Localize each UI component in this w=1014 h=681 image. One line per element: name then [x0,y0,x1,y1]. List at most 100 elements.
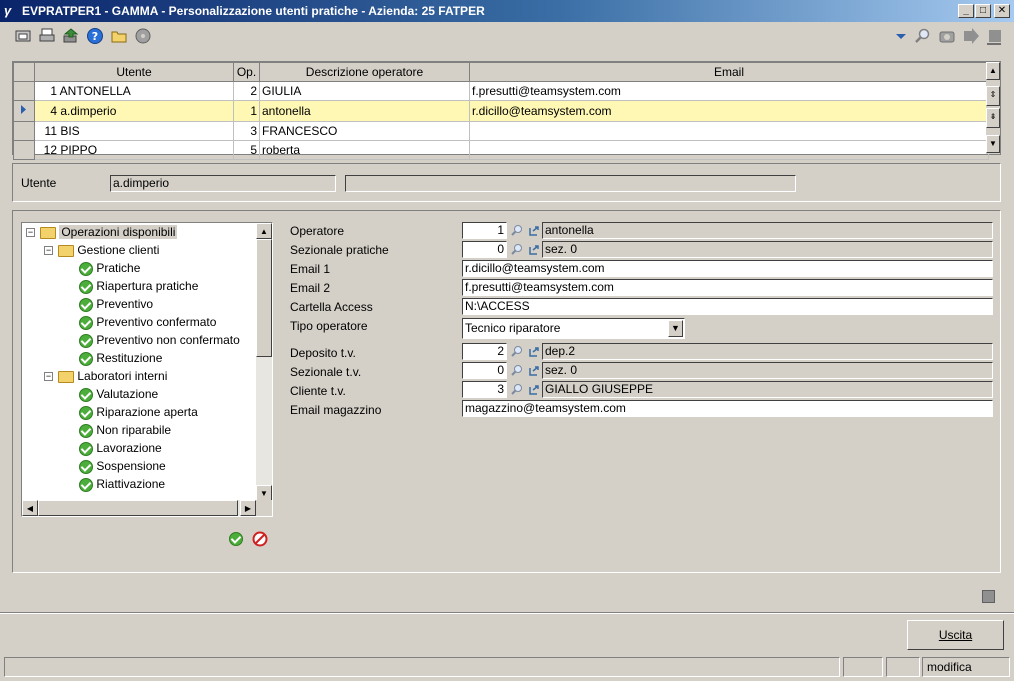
maximize-button[interactable]: □ [975,4,991,18]
cell-descr[interactable]: GIULIA [259,81,470,101]
tree-group-laboratori-interni[interactable]: Laboratori interni [58,368,167,385]
row-indicator[interactable] [13,100,35,122]
deselect-all-icon[interactable] [252,531,268,547]
grid-header-op[interactable]: Op. [233,62,260,82]
tree-scroll-down[interactable]: ▼ [256,485,272,501]
email2-input[interactable]: f.presutti@teamsystem.com [462,279,993,296]
tree-item-valutazione[interactable]: Valutazione [79,386,158,403]
tree-collapse-root[interactable]: − [26,228,35,237]
scroll-page-button[interactable]: ⇕ [986,86,1000,106]
email1-input[interactable]: r.dicillo@teamsystem.com [462,260,993,277]
chevron-down-icon[interactable]: ▼ [668,320,683,337]
tree-item-sospensione[interactable]: Sospensione [79,458,166,475]
tree-item-preventivo-confermato[interactable]: Preventivo confermato [79,314,216,331]
grid-scrollbar[interactable]: ▲ ⇕ ⇟ ▼ [986,62,1000,154]
scroll-page-down-button[interactable]: ⇟ [986,108,1000,128]
select-all-icon[interactable] [229,532,243,546]
tree-hscrollbar[interactable]: ◀ ▶ [22,500,256,516]
disc-icon[interactable] [134,27,152,45]
search-icon[interactable] [511,243,523,255]
operatore-code-input[interactable]: 1 [462,222,507,239]
scroll-down-button[interactable]: ▼ [986,135,1000,153]
search-icon[interactable] [914,27,932,45]
row-indicator[interactable] [13,140,35,160]
tree-collapse-gestione[interactable]: − [44,246,53,255]
sezionale-tv-code-input[interactable]: 0 [462,362,507,379]
folder-icon[interactable] [110,27,128,45]
tree-item-lavorazione[interactable]: Lavorazione [79,440,162,457]
email-magazzino-input[interactable]: magazzino@teamsystem.com [462,400,993,417]
dropdown-arrow-icon[interactable] [892,27,910,45]
tree-item-restituzione[interactable]: Restituzione [79,350,162,367]
tree-collapse-laboratori[interactable]: − [44,372,53,381]
tree-hscroll-thumb[interactable] [38,500,238,516]
tree-item-riparazione-aperta[interactable]: Riparazione aperta [79,404,198,421]
camera-icon[interactable] [938,27,956,45]
tree-item-non-riparabile[interactable]: Non riparabile [79,422,171,439]
cell-utente[interactable]: 11 BIS [34,121,234,141]
tree-item-preventivo[interactable]: Preventivo [79,296,153,313]
tree-vscrollbar[interactable]: ▲ ▼ [256,223,272,501]
cell-email[interactable] [469,121,989,141]
tree-scroll-left[interactable]: ◀ [22,500,38,516]
minimize-button[interactable]: _ [958,4,974,18]
table-row[interactable]: 1 ANTONELLA 2 GIULIA f.presutti@teamsyst… [13,81,989,101]
deposito-tv-code-input[interactable]: 2 [462,343,507,360]
resize-grip-icon[interactable] [982,590,995,603]
tree-group-gestione-clienti[interactable]: Gestione clienti [58,242,159,259]
cell-op[interactable]: 5 [233,140,260,160]
cell-utente[interactable]: 4 a.dimperio [34,100,234,122]
tree-item-preventivo-non-confermato[interactable]: Preventivo non confermato [79,332,240,349]
sezionale-pratiche-code-input[interactable]: 0 [462,241,507,258]
exit-icon[interactable] [986,27,1004,45]
cell-op[interactable]: 3 [233,121,260,141]
row-indicator[interactable] [13,121,35,141]
grid-header-email[interactable]: Email [469,62,989,82]
search-icon[interactable] [511,383,523,395]
tree-scroll-thumb[interactable] [256,239,272,357]
cell-email[interactable]: f.presutti@teamsystem.com [469,81,989,101]
tree-item-pratiche[interactable]: Pratiche [79,260,140,277]
table-row[interactable]: 12 PIPPO 5 roberta [13,140,989,160]
cell-email[interactable] [469,140,989,160]
tree-scroll-right[interactable]: ▶ [240,500,256,516]
cell-descr[interactable]: roberta [259,140,470,160]
row-indicator[interactable] [13,81,35,101]
link-icon[interactable] [528,346,540,358]
tree-root[interactable]: Operazioni disponibili [40,224,178,241]
tree-item-riapertura[interactable]: Riapertura pratiche [79,278,198,295]
close-button[interactable]: ✕ [994,4,1010,18]
cartella-access-input[interactable]: N:\ACCESS [462,298,993,315]
print-icon[interactable] [38,27,56,45]
operations-tree[interactable]: − Operazioni disponibili − Gestione clie… [21,222,273,517]
search-icon[interactable] [511,224,523,236]
grid-header-descrizione[interactable]: Descrizione operatore [259,62,470,82]
link-icon[interactable] [528,384,540,396]
link-icon[interactable] [528,365,540,377]
tree-item-riattivazione[interactable]: Riattivazione [79,476,165,493]
cell-descr[interactable]: FRANCESCO [259,121,470,141]
cliente-tv-code-input[interactable]: 3 [462,381,507,398]
help-icon[interactable]: ? [86,27,104,45]
link-icon[interactable] [528,244,540,256]
forward-icon[interactable] [962,27,980,45]
check-icon [79,387,93,402]
preview-icon[interactable] [14,27,32,45]
tipo-operatore-select[interactable]: Tecnico riparatore ▼ [462,318,685,339]
cell-utente[interactable]: 12 PIPPO [34,140,234,160]
cell-utente[interactable]: 1 ANTONELLA [34,81,234,101]
search-icon[interactable] [511,345,523,357]
table-row-selected[interactable]: 4 a.dimperio 1 antonella r.dicillo@teams… [13,100,989,122]
search-icon[interactable] [511,364,523,376]
table-row[interactable]: 11 BIS 3 FRANCESCO [13,121,989,141]
cell-email[interactable]: r.dicillo@teamsystem.com [469,100,989,122]
cell-op[interactable]: 2 [233,81,260,101]
cell-descr[interactable]: antonella [259,100,470,122]
cell-op[interactable]: 1 [233,100,260,122]
grid-header-utente[interactable]: Utente [34,62,234,82]
uscita-button[interactable]: Uscita [907,620,1004,650]
tree-scroll-up[interactable]: ▲ [256,223,272,239]
link-icon[interactable] [528,225,540,237]
export-icon[interactable] [62,27,80,45]
scroll-up-button[interactable]: ▲ [986,62,1000,80]
